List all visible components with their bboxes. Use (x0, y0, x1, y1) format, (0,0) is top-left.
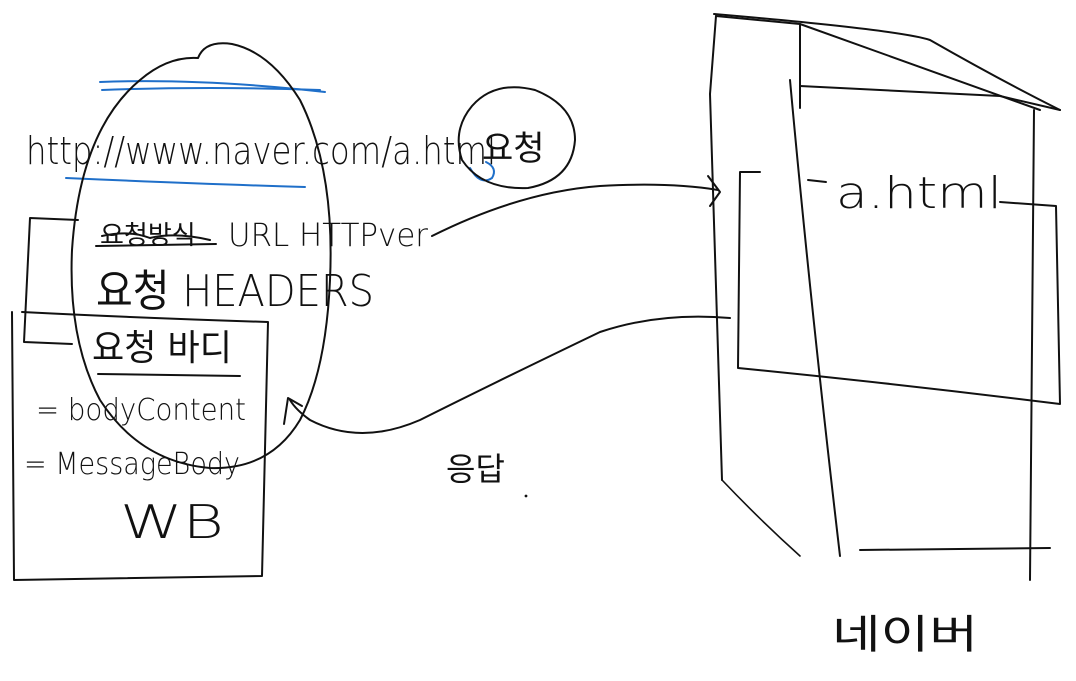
request-word: 요청 (482, 129, 545, 169)
file-label: a.html (836, 168, 1002, 219)
body-alias-2: = MessageBody (24, 447, 240, 482)
response-dot (524, 494, 528, 498)
body-underline (97, 373, 241, 377)
whiteboard-canvas: http://www.naver.com/a.html 요청 요청방식 URL … (11, 13, 1061, 658)
server-building (709, 13, 1061, 581)
request-arrow (431, 183, 719, 237)
header-bracket (23, 217, 79, 345)
file-frame-top (807, 179, 827, 183)
response-arrow (289, 315, 731, 434)
server-caption: 네이버 (832, 612, 978, 658)
body-abbrev: WB (120, 495, 224, 549)
body-label: 요청 바디 (92, 328, 232, 369)
start-line-rest: URL HTTPver (228, 216, 429, 254)
url-text: http://www.naver.com/a.html (26, 129, 496, 173)
headers-label: 요청 HEADERS (96, 266, 374, 317)
response-label: 응답 (446, 450, 505, 488)
body-alias-1: = bodyContent (36, 393, 246, 428)
